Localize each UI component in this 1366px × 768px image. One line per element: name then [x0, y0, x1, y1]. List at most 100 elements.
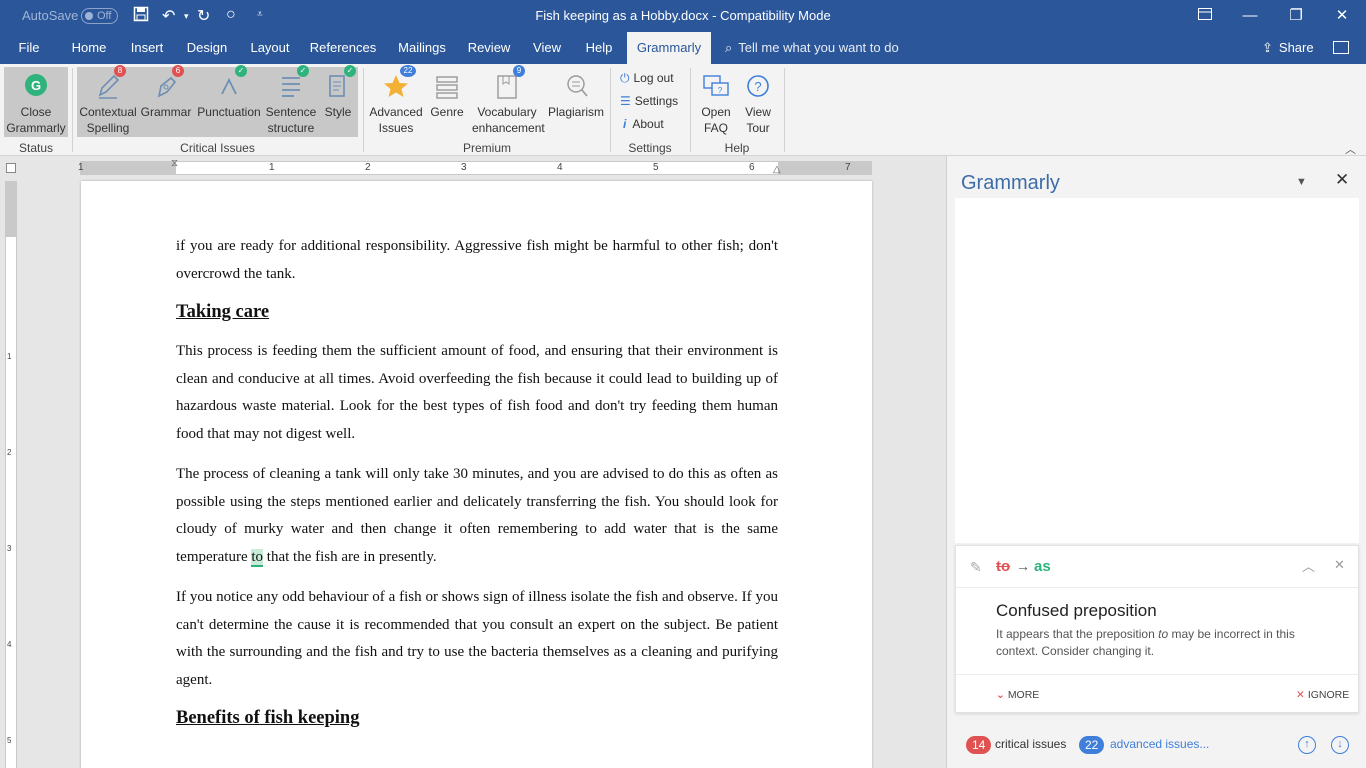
- punctuation-badge: ✓: [235, 65, 247, 77]
- customize-toolbar-icon[interactable]: ⩡: [257, 9, 263, 20]
- plagiarism-button[interactable]: Plagiarism: [545, 70, 607, 120]
- autosave-toggle[interactable]: Off: [81, 8, 118, 24]
- comments-icon[interactable]: [1333, 41, 1349, 54]
- grammar-badge: 6: [172, 65, 184, 77]
- genre-button[interactable]: Genre: [427, 70, 467, 120]
- collapse-ribbon-icon[interactable]: ︿: [1345, 141, 1356, 157]
- advanced-issues-label: Advanced: [369, 105, 423, 119]
- advanced-issues-button[interactable]: 22 Advanced Issues: [367, 65, 425, 136]
- close-window-icon[interactable]: ✕: [1327, 4, 1357, 28]
- issue-title: Confused preposition: [996, 601, 1157, 620]
- svg-text:G: G: [31, 78, 41, 93]
- tab-insert[interactable]: Insert: [122, 32, 172, 64]
- tab-grammarly[interactable]: Grammarly: [627, 32, 711, 64]
- tab-review[interactable]: Review: [463, 32, 515, 64]
- contextual-spelling-button[interactable]: 8 Contextual Spelling: [78, 65, 138, 136]
- restore-icon[interactable]: ❐: [1281, 4, 1311, 28]
- paragraph-with-issue[interactable]: The process of cleaning a tank will only…: [176, 461, 778, 571]
- style-badge: ✓: [344, 65, 356, 77]
- style-button[interactable]: ✓ Style: [320, 65, 356, 120]
- punctuation-button[interactable]: ✓ Punctuation: [195, 65, 263, 120]
- tab-view[interactable]: View: [527, 32, 567, 64]
- logout-button[interactable]: ⏻ Log out: [620, 71, 674, 86]
- view-tour-button[interactable]: ? View Tour: [739, 70, 777, 136]
- issue-description: It appears that the preposition to may b…: [996, 626, 1336, 660]
- punctuation-label: Punctuation: [197, 105, 261, 119]
- group-divider: [72, 68, 73, 152]
- grammar-button[interactable]: 6 Grammar: [139, 65, 193, 120]
- pencil-icon: 8: [93, 65, 126, 102]
- tab-layout[interactable]: Layout: [243, 32, 297, 64]
- sentence-structure-label: Sentence: [265, 105, 317, 119]
- close-grammarly-button[interactable]: G Close Grammarly: [4, 70, 68, 136]
- vertical-ruler[interactable]: 1 2 3 4 5: [5, 181, 17, 768]
- plagiarism-label: Plagiarism: [547, 105, 604, 119]
- tab-selector[interactable]: [6, 163, 16, 173]
- next-issue-icon[interactable]: ↓: [1331, 736, 1349, 754]
- paragraph[interactable]: if you are ready for additional responsi…: [176, 233, 778, 288]
- ruler-number: 6: [749, 162, 755, 173]
- tell-me-search[interactable]: ⌕ Tell me what you want to do: [725, 32, 899, 64]
- undo-icon[interactable]: ↶: [162, 6, 175, 26]
- vocabulary-label-2: enhancement: [472, 121, 545, 135]
- desc-word: to: [1158, 627, 1169, 641]
- circle-icon[interactable]: ○: [226, 6, 236, 24]
- redo-icon[interactable]: ↻: [197, 6, 210, 26]
- pane-options-icon[interactable]: ▼: [1296, 176, 1307, 188]
- ignore-button[interactable]: ✕ IGNORE: [1296, 689, 1349, 701]
- advanced-count-badge: 22: [1079, 736, 1105, 754]
- share-button[interactable]: ⇪ Share: [1262, 32, 1314, 64]
- settings-button[interactable]: ☰ Settings: [620, 94, 678, 108]
- card-header[interactable]: ✎ to → as ︿ ✕: [956, 546, 1358, 588]
- chevron-down-icon: ⌄: [996, 689, 1005, 701]
- undo-dropdown-icon[interactable]: ▾: [184, 11, 189, 22]
- ribbon-display-options-icon[interactable]: [1190, 4, 1220, 28]
- pane-close-icon[interactable]: ✕: [1335, 170, 1349, 190]
- collapse-card-icon[interactable]: ︿: [1302, 556, 1315, 575]
- vocabulary-enhancement-button[interactable]: 9 Vocabulary enhancement: [472, 65, 545, 136]
- paragraph[interactable]: If you notice any odd behaviour of a fis…: [176, 584, 778, 694]
- tab-file[interactable]: File: [10, 32, 48, 64]
- dismiss-card-icon[interactable]: ✕: [1334, 557, 1345, 573]
- flagged-word[interactable]: to: [251, 548, 264, 567]
- ruler-number: 4: [557, 162, 563, 173]
- settings-group-label: Settings: [628, 141, 672, 155]
- right-indent-marker-icon[interactable]: △: [773, 164, 781, 175]
- heading-benefits[interactable]: Benefits of fish keeping: [176, 707, 778, 729]
- ruler-number: 4: [7, 640, 12, 649]
- heading-taking-care[interactable]: Taking care: [176, 301, 778, 323]
- open-faq-button[interactable]: ? Open FAQ: [696, 70, 736, 136]
- title-separator: -: [712, 8, 717, 23]
- replacement-word[interactable]: as: [1034, 558, 1051, 575]
- horizontal-ruler[interactable]: 1 1 2 3 4 5 6 7 ⧖ △: [78, 158, 872, 175]
- tab-help[interactable]: Help: [579, 32, 619, 64]
- previous-issue-icon[interactable]: ↑: [1298, 736, 1316, 754]
- tab-design[interactable]: Design: [180, 32, 234, 64]
- advanced-issues-link[interactable]: advanced issues...: [1110, 737, 1209, 751]
- tab-home[interactable]: Home: [62, 32, 116, 64]
- arrow-icon: →: [1016, 558, 1030, 574]
- save-icon[interactable]: [133, 6, 149, 27]
- ribbon-tabs: File Home Insert Design Layout Reference…: [0, 32, 1366, 64]
- vocabulary-label: Vocabulary: [477, 105, 537, 119]
- document-name: Fish keeping as a Hobby.docx: [535, 8, 709, 23]
- more-button[interactable]: ⌄ MORE: [996, 689, 1039, 701]
- ruler-number: 1: [7, 352, 12, 361]
- critical-issues-label[interactable]: critical issues: [995, 737, 1066, 751]
- suggestion-card[interactable]: ✎ to → as ︿ ✕ Confused preposition It ap…: [955, 545, 1359, 713]
- document-page[interactable]: if you are ready for additional responsi…: [81, 181, 872, 768]
- genre-label: Genre: [430, 105, 464, 119]
- tell-me-label: Tell me what you want to do: [738, 40, 899, 55]
- faq-chat-icon: ?: [701, 70, 731, 102]
- minimize-icon[interactable]: —: [1235, 4, 1265, 28]
- about-button[interactable]: i About: [623, 117, 664, 131]
- tab-references[interactable]: References: [309, 32, 377, 64]
- compatibility-mode-label: Compatibility Mode: [720, 8, 831, 23]
- advanced-issues-label-2: Issues: [378, 121, 414, 135]
- indent-marker-icon[interactable]: ⧖: [171, 158, 178, 169]
- sentence-structure-button[interactable]: ✓ Sentence structure: [264, 65, 318, 136]
- paragraph[interactable]: This process is feeding them the suffici…: [176, 338, 778, 448]
- logout-label: Log out: [633, 71, 674, 85]
- tab-mailings[interactable]: Mailings: [392, 32, 452, 64]
- document-body[interactable]: if you are ready for additional responsi…: [176, 233, 778, 744]
